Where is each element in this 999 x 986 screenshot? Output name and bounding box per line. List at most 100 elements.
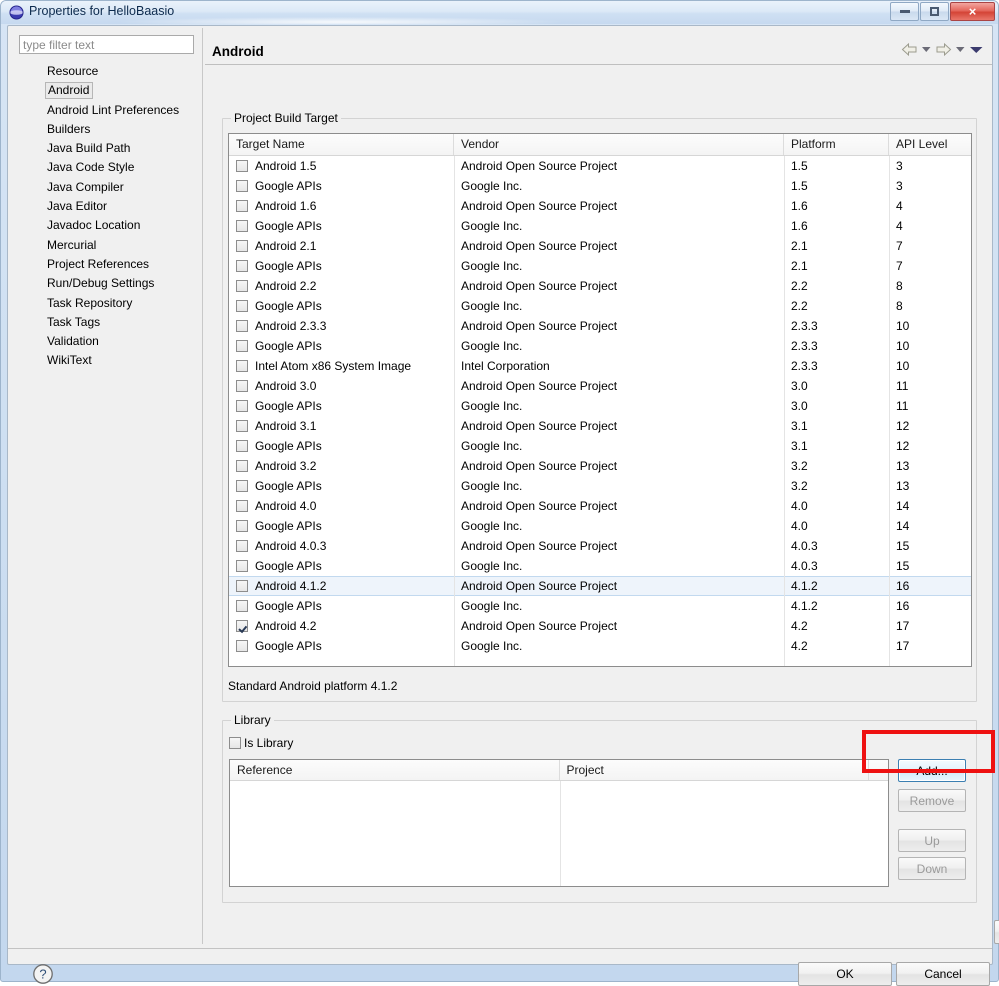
target-checkbox[interactable] [236,260,248,272]
table-row[interactable]: Android 2.2 Android Open Source Project 2.… [229,276,971,296]
target-checkbox[interactable] [236,540,248,552]
target-checkbox[interactable] [236,460,248,472]
table-row[interactable]: Google APIs Google Inc. 2.3.3 10 [229,336,971,356]
sidebar-item-task-repository[interactable]: Task Repository [12,294,200,313]
sidebar-item-validation[interactable]: Validation [12,332,200,351]
build-target-table-header: Target Name Vendor Platform API Level [229,134,971,156]
target-checkbox[interactable] [236,360,248,372]
table-row[interactable]: Android 3.1 Android Open Source Project 3.… [229,416,971,436]
remove-button[interactable]: Remove [898,789,966,812]
table-row[interactable]: Android 1.6 Android Open Source Project 1.… [229,196,971,216]
table-row[interactable]: Android 3.0 Android Open Source Project 3.… [229,376,971,396]
target-checkbox[interactable] [236,380,248,392]
target-checkbox[interactable] [236,200,248,212]
table-row[interactable]: Android 2.1 Android Open Source Project 2.… [229,236,971,256]
sidebar-item-java-editor[interactable]: Java Editor [12,197,200,216]
is-library-row[interactable]: Is Library [229,736,293,750]
target-checkbox[interactable] [236,520,248,532]
sidebar-item-java-build-path[interactable]: Java Build Path [12,139,200,158]
target-checkbox[interactable] [236,160,248,172]
sidebar-item-wikitext[interactable]: WikiText [12,351,200,370]
cell-vendor: Android Open Source Project [461,459,618,473]
target-checkbox[interactable] [236,500,248,512]
target-checkbox[interactable] [236,320,248,332]
view-menu-chevron-down-icon[interactable] [969,45,984,55]
table-row[interactable]: Google APIs Google Inc. 2.1 7 [229,256,971,276]
back-menu-chevron-down-icon[interactable] [921,45,932,54]
target-checkbox[interactable] [236,220,248,232]
table-row[interactable]: Android 1.5 Android Open Source Project 1.… [229,156,971,176]
target-checkbox[interactable] [236,600,248,612]
table-row[interactable]: Google APIs Google Inc. 3.0 11 [229,396,971,416]
is-library-checkbox[interactable] [229,737,241,749]
table-row[interactable]: Intel Atom x86 System Image Intel Corpora… [229,356,971,376]
build-target-table[interactable]: Target Name Vendor Platform API Level An… [228,133,972,667]
library-reference-table[interactable]: Reference Project [229,759,889,887]
down-button[interactable]: Down [898,857,966,880]
target-checkbox[interactable] [236,480,248,492]
cell-api-level: 10 [896,319,910,333]
minimize-button[interactable] [890,2,919,21]
sidebar-item-mercurial[interactable]: Mercurial [12,236,200,255]
target-name-label: Google APIs [255,179,322,193]
table-row[interactable]: Android 4.0.3 Android Open Source Project… [229,536,971,556]
column-header-reference[interactable]: Reference [230,760,560,780]
target-checkbox[interactable] [236,280,248,292]
table-row[interactable]: Google APIs Google Inc. 3.1 12 [229,436,971,456]
sidebar-item-run-debug-settings[interactable]: Run/Debug Settings [12,274,200,293]
sidebar-item-resource[interactable]: Resource [12,62,200,81]
column-header-target-name[interactable]: Target Name [229,134,454,155]
table-row[interactable]: Google APIs Google Inc. 4.1.2 16 [229,596,971,616]
target-checkbox[interactable] [236,420,248,432]
target-checkbox[interactable] [236,580,248,592]
table-row[interactable]: Google APIs Google Inc. 3.2 13 [229,476,971,496]
target-checkbox[interactable] [236,400,248,412]
target-checkbox[interactable] [236,560,248,572]
column-header-platform[interactable]: Platform [784,134,889,155]
column-header-vendor[interactable]: Vendor [454,134,784,155]
sidebar-item-java-code-style[interactable]: Java Code Style [12,158,200,177]
target-checkbox[interactable] [236,620,248,632]
forward-arrow-icon[interactable] [935,42,952,57]
table-row[interactable]: Google APIs Google Inc. 2.2 8 [229,296,971,316]
sidebar-item-task-tags[interactable]: Task Tags [12,313,200,332]
column-header-project[interactable]: Project [560,760,870,780]
target-checkbox[interactable] [236,440,248,452]
table-row[interactable]: Android 3.2 Android Open Source Project 3.… [229,456,971,476]
back-arrow-icon[interactable] [901,42,918,57]
table-row[interactable]: Android 4.0 Android Open Source Project 4.… [229,496,971,516]
sidebar-item-project-references[interactable]: Project References [12,255,200,274]
forward-menu-chevron-down-icon[interactable] [955,45,966,54]
table-row[interactable]: Google APIs Google Inc. 4.2 17 [229,636,971,656]
sidebar-item-android-lint-preferences[interactable]: Android Lint Preferences [12,101,200,120]
table-row[interactable]: Google APIs Google Inc. 4.0.3 15 [229,556,971,576]
add-button[interactable]: Add... [898,759,966,782]
target-name-label: Android 4.1.2 [255,579,327,593]
table-row[interactable]: Google APIs Google Inc. 4.0 14 [229,516,971,536]
ok-button[interactable]: OK [798,962,892,986]
sidebar-item-javadoc-location[interactable]: Javadoc Location [12,216,200,235]
cancel-button[interactable]: Cancel [896,962,990,986]
sidebar-item-android[interactable]: Android [12,81,200,100]
restore-defaults-button[interactable]: Restore Defaults [994,920,999,944]
filter-input[interactable] [19,35,194,54]
target-checkbox[interactable] [236,300,248,312]
sidebar-item-builders[interactable]: Builders [12,120,200,139]
table-row[interactable]: Android 4.2 Android Open Source Project 4.… [229,616,971,636]
target-name-label: Android 2.3.3 [255,319,327,333]
target-checkbox[interactable] [236,240,248,252]
target-checkbox[interactable] [236,340,248,352]
close-button[interactable]: × [950,2,995,21]
table-row[interactable]: Google APIs Google Inc. 1.5 3 [229,176,971,196]
sidebar-item-java-compiler[interactable]: Java Compiler [12,178,200,197]
up-button[interactable]: Up [898,829,966,852]
preference-tree[interactable]: Resource Android Android Lint Preferences B… [12,62,200,938]
maximize-button[interactable] [920,2,949,21]
target-checkbox[interactable] [236,640,248,652]
footer-separator [8,948,992,949]
table-row[interactable]: Android 2.3.3 Android Open Source Project… [229,316,971,336]
target-checkbox[interactable] [236,180,248,192]
column-header-api-level[interactable]: API Level [889,134,971,155]
table-row[interactable]: Android 4.1.2 Android Open Source Project… [229,576,971,596]
table-row[interactable]: Google APIs Google Inc. 1.6 4 [229,216,971,236]
